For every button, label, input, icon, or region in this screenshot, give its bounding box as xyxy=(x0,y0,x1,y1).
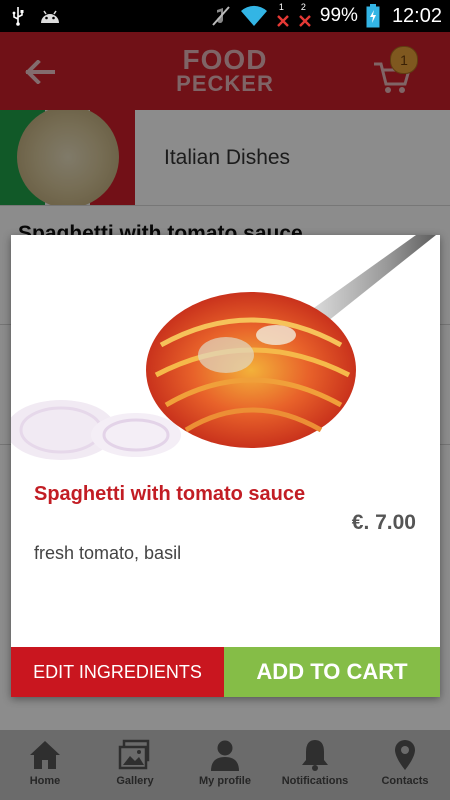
nav-home[interactable]: Home xyxy=(0,730,90,800)
nav-label-notifications: Notifications xyxy=(281,775,349,787)
bell-icon xyxy=(302,740,328,771)
product-dialog: Spaghetti with tomato sauce €. 7.00 fres… xyxy=(11,235,440,697)
home-icon xyxy=(30,741,60,769)
status-bar: 1 2 99% 12:02 xyxy=(0,0,450,32)
add-to-cart-button[interactable]: ADD TO CART xyxy=(224,647,440,697)
nav-notifications[interactable]: Notifications xyxy=(270,730,360,800)
wifi-icon xyxy=(240,5,268,27)
edit-ingredients-button[interactable]: EDIT INGREDIENTS xyxy=(11,647,224,697)
nav-label-profile: My profile xyxy=(199,775,251,787)
sim1-no-signal-icon: 1 xyxy=(276,2,290,28)
product-title: Spaghetti with tomato sauce xyxy=(34,483,306,505)
nav-contacts[interactable]: Contacts xyxy=(360,730,450,800)
nav-gallery[interactable]: Gallery xyxy=(90,730,180,800)
product-image xyxy=(11,235,440,460)
battery-charging-icon xyxy=(366,4,380,28)
mute-icon xyxy=(210,5,232,27)
map-pin-icon xyxy=(395,740,415,770)
android-icon xyxy=(38,7,62,25)
battery-percentage: 99% xyxy=(319,5,358,26)
product-price: €. 7.00 xyxy=(351,511,416,534)
profile-icon xyxy=(211,740,239,771)
nav-label-contacts: Contacts xyxy=(381,775,429,787)
product-description: fresh tomato, basil xyxy=(34,543,182,563)
nav-label-gallery: Gallery xyxy=(116,775,154,787)
gallery-icon xyxy=(118,739,150,770)
sim2-no-signal-icon: 2 xyxy=(298,2,312,28)
bottom-navigation: Home Gallery My profile Notifications Co… xyxy=(0,730,450,800)
usb-icon xyxy=(10,6,26,26)
nav-label-home: Home xyxy=(29,775,61,787)
clock: 12:02 xyxy=(391,4,442,27)
nav-my-profile[interactable]: My profile xyxy=(180,730,270,800)
